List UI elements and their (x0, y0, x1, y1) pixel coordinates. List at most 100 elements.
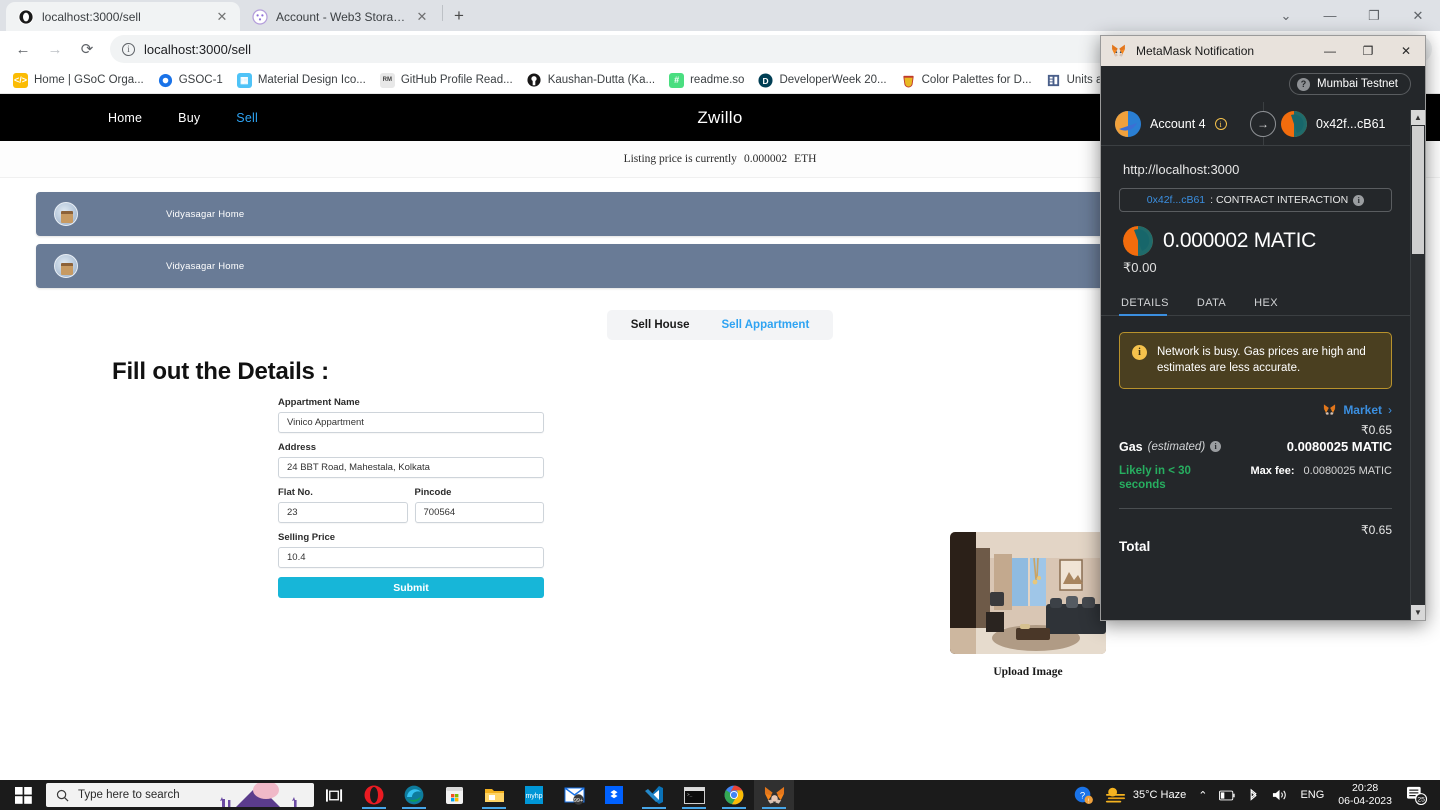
gas-label-group: Gas (estimated) i (1119, 440, 1222, 454)
tab-details[interactable]: DETAILS (1119, 290, 1181, 316)
bookmark-item[interactable]: Kaushan-Dutta (Ka... (520, 69, 662, 91)
nav-links: Home Buy Sell (18, 111, 276, 125)
mail-icon[interactable]: 99+ (554, 780, 594, 810)
edge-icon[interactable] (394, 780, 434, 810)
language-indicator[interactable]: ENG (1294, 780, 1330, 810)
gas-value: 0.0080025 MATIC (1286, 438, 1392, 454)
bookmark-label: readme.so (690, 74, 745, 86)
bookmark-label: Home | GSoC Orga... (34, 74, 144, 86)
bookmark-item[interactable]: GSOC-1 (151, 69, 230, 91)
flat-no-input[interactable] (278, 502, 408, 523)
reload-icon[interactable]: ⟳ (72, 34, 102, 64)
info-icon[interactable]: i (1210, 441, 1222, 453)
minimize-icon[interactable]: — (1311, 36, 1349, 66)
forward-icon[interactable]: → (40, 34, 70, 64)
bookmark-label: Kaushan-Dutta (Ka... (547, 74, 656, 86)
close-icon[interactable]: ✕ (1396, 0, 1440, 31)
uploaded-image-preview[interactable] (950, 532, 1106, 654)
gsoc-icon: </> (13, 72, 28, 88)
bookmark-item[interactable]: RM GitHub Profile Read... (373, 69, 520, 91)
volume-icon[interactable] (1266, 780, 1294, 810)
tab-search-dropdown-icon[interactable]: ⌄ (1264, 0, 1308, 31)
bookmark-item[interactable]: D DeveloperWeek 20... (751, 69, 893, 91)
tab-sell-appartment[interactable]: Sell Appartment (706, 319, 826, 331)
bookmark-label: DeveloperWeek 20... (779, 74, 887, 86)
close-icon[interactable]: ✕ (214, 9, 230, 25)
search-input[interactable]: Type here to search (46, 783, 314, 807)
from-account[interactable]: Account 4 i (1101, 110, 1259, 137)
tab-hex[interactable]: HEX (1252, 290, 1290, 315)
vscode-icon[interactable] (634, 780, 674, 810)
weather-widget[interactable]: 35°C Haze (1099, 780, 1192, 810)
myhp-icon[interactable]: myhp (514, 780, 554, 810)
to-account[interactable]: 0x42f...cB61 (1259, 110, 1425, 137)
scroll-down-arrow-icon[interactable]: ▼ (1411, 605, 1425, 620)
active-indicator (482, 807, 506, 809)
nav-link-sell[interactable]: Sell (218, 111, 276, 125)
info-icon[interactable]: i (1214, 117, 1227, 130)
close-icon[interactable]: ✕ (414, 9, 430, 25)
bookmark-item[interactable]: # readme.so (662, 69, 751, 91)
file-explorer-icon[interactable] (474, 780, 514, 810)
appartment-name-input[interactable] (278, 412, 544, 433)
clock[interactable]: 20:28 06-04-2023 (1330, 782, 1400, 808)
new-tab-button[interactable]: + (445, 2, 473, 30)
maximize-icon[interactable]: ❐ (1349, 36, 1387, 66)
tab-title: Account - Web3 Storage (276, 9, 406, 24)
tray-expand-icon[interactable]: ⌃ (1192, 780, 1213, 810)
selling-price-input[interactable] (278, 547, 544, 568)
active-indicator (642, 807, 666, 809)
metamask-icon[interactable] (754, 780, 794, 810)
back-icon[interactable]: ← (8, 34, 38, 64)
total-label: Total (1119, 539, 1151, 555)
transaction-amount: 0.000002 MATIC (1163, 229, 1316, 252)
address-input[interactable] (278, 457, 544, 478)
info-icon[interactable]: i (1353, 194, 1365, 206)
tab-data[interactable]: DATA (1195, 290, 1238, 315)
bookmark-item[interactable]: Color Palettes for D... (894, 69, 1039, 91)
metamask-network-row: ? Mumbai Testnet (1101, 66, 1425, 102)
svg-text:D: D (763, 75, 769, 85)
bookmark-item[interactable]: </> Home | GSoC Orga... (6, 69, 151, 91)
contract-address[interactable]: 0x42f...cB61 (1147, 194, 1205, 206)
bookmark-item[interactable]: ▦ Material Design Ico... (230, 69, 373, 91)
close-icon[interactable]: ✕ (1387, 36, 1425, 66)
metamask-tabs: DETAILS DATA HEX (1101, 290, 1410, 316)
max-fee-label: Max fee: (1250, 464, 1295, 477)
market-link[interactable]: Market › (1101, 389, 1410, 417)
browser-tab-inactive[interactable]: Account - Web3 Storage ✕ (240, 2, 440, 31)
help-icon[interactable]: ?! (1068, 780, 1099, 810)
site-info-icon[interactable]: i (122, 42, 135, 56)
listing-price-prefix: Listing price is currently (623, 153, 737, 165)
microsoft-store-icon[interactable] (434, 780, 474, 810)
maximize-icon[interactable]: ❐ (1352, 0, 1396, 31)
list-item-title: Vidyasagar Home (166, 260, 245, 272)
browser-tab-active[interactable]: localhost:3000/sell ✕ (6, 2, 240, 31)
scroll-up-arrow-icon[interactable]: ▲ (1411, 110, 1425, 125)
divider (1119, 508, 1392, 510)
task-view-icon[interactable] (314, 780, 354, 810)
nav-link-buy[interactable]: Buy (160, 111, 218, 125)
terminal-icon[interactable]: >_ (674, 780, 714, 810)
chrome-icon[interactable] (714, 780, 754, 810)
bookmark-label: Color Palettes for D... (921, 74, 1032, 86)
minimize-icon[interactable]: — (1308, 0, 1352, 31)
dropbox-icon[interactable] (594, 780, 634, 810)
metamask-scrollbar[interactable]: ▲ ▼ (1410, 110, 1425, 620)
metamask-fox-icon (1324, 404, 1336, 415)
network-busy-alert: i Network is busy. Gas prices are high a… (1119, 332, 1392, 389)
metamask-title-bar: MetaMask Notification — ❐ ✕ (1101, 36, 1425, 66)
nav-link-home[interactable]: Home (90, 111, 160, 125)
notification-center-icon[interactable]: 25 (1400, 780, 1434, 810)
submit-button[interactable]: Submit (278, 577, 544, 598)
upload-image-section: Upload Image (950, 532, 1106, 678)
active-indicator (682, 807, 706, 809)
tab-sell-house[interactable]: Sell House (615, 319, 706, 331)
bluetooth-icon[interactable] (1241, 780, 1266, 810)
pincode-input[interactable] (414, 502, 544, 523)
battery-icon[interactable] (1213, 780, 1241, 810)
scrollbar-thumb[interactable] (1412, 126, 1424, 254)
start-button[interactable] (0, 780, 46, 810)
network-selector[interactable]: ? Mumbai Testnet (1289, 73, 1411, 95)
opera-icon[interactable] (354, 780, 394, 810)
